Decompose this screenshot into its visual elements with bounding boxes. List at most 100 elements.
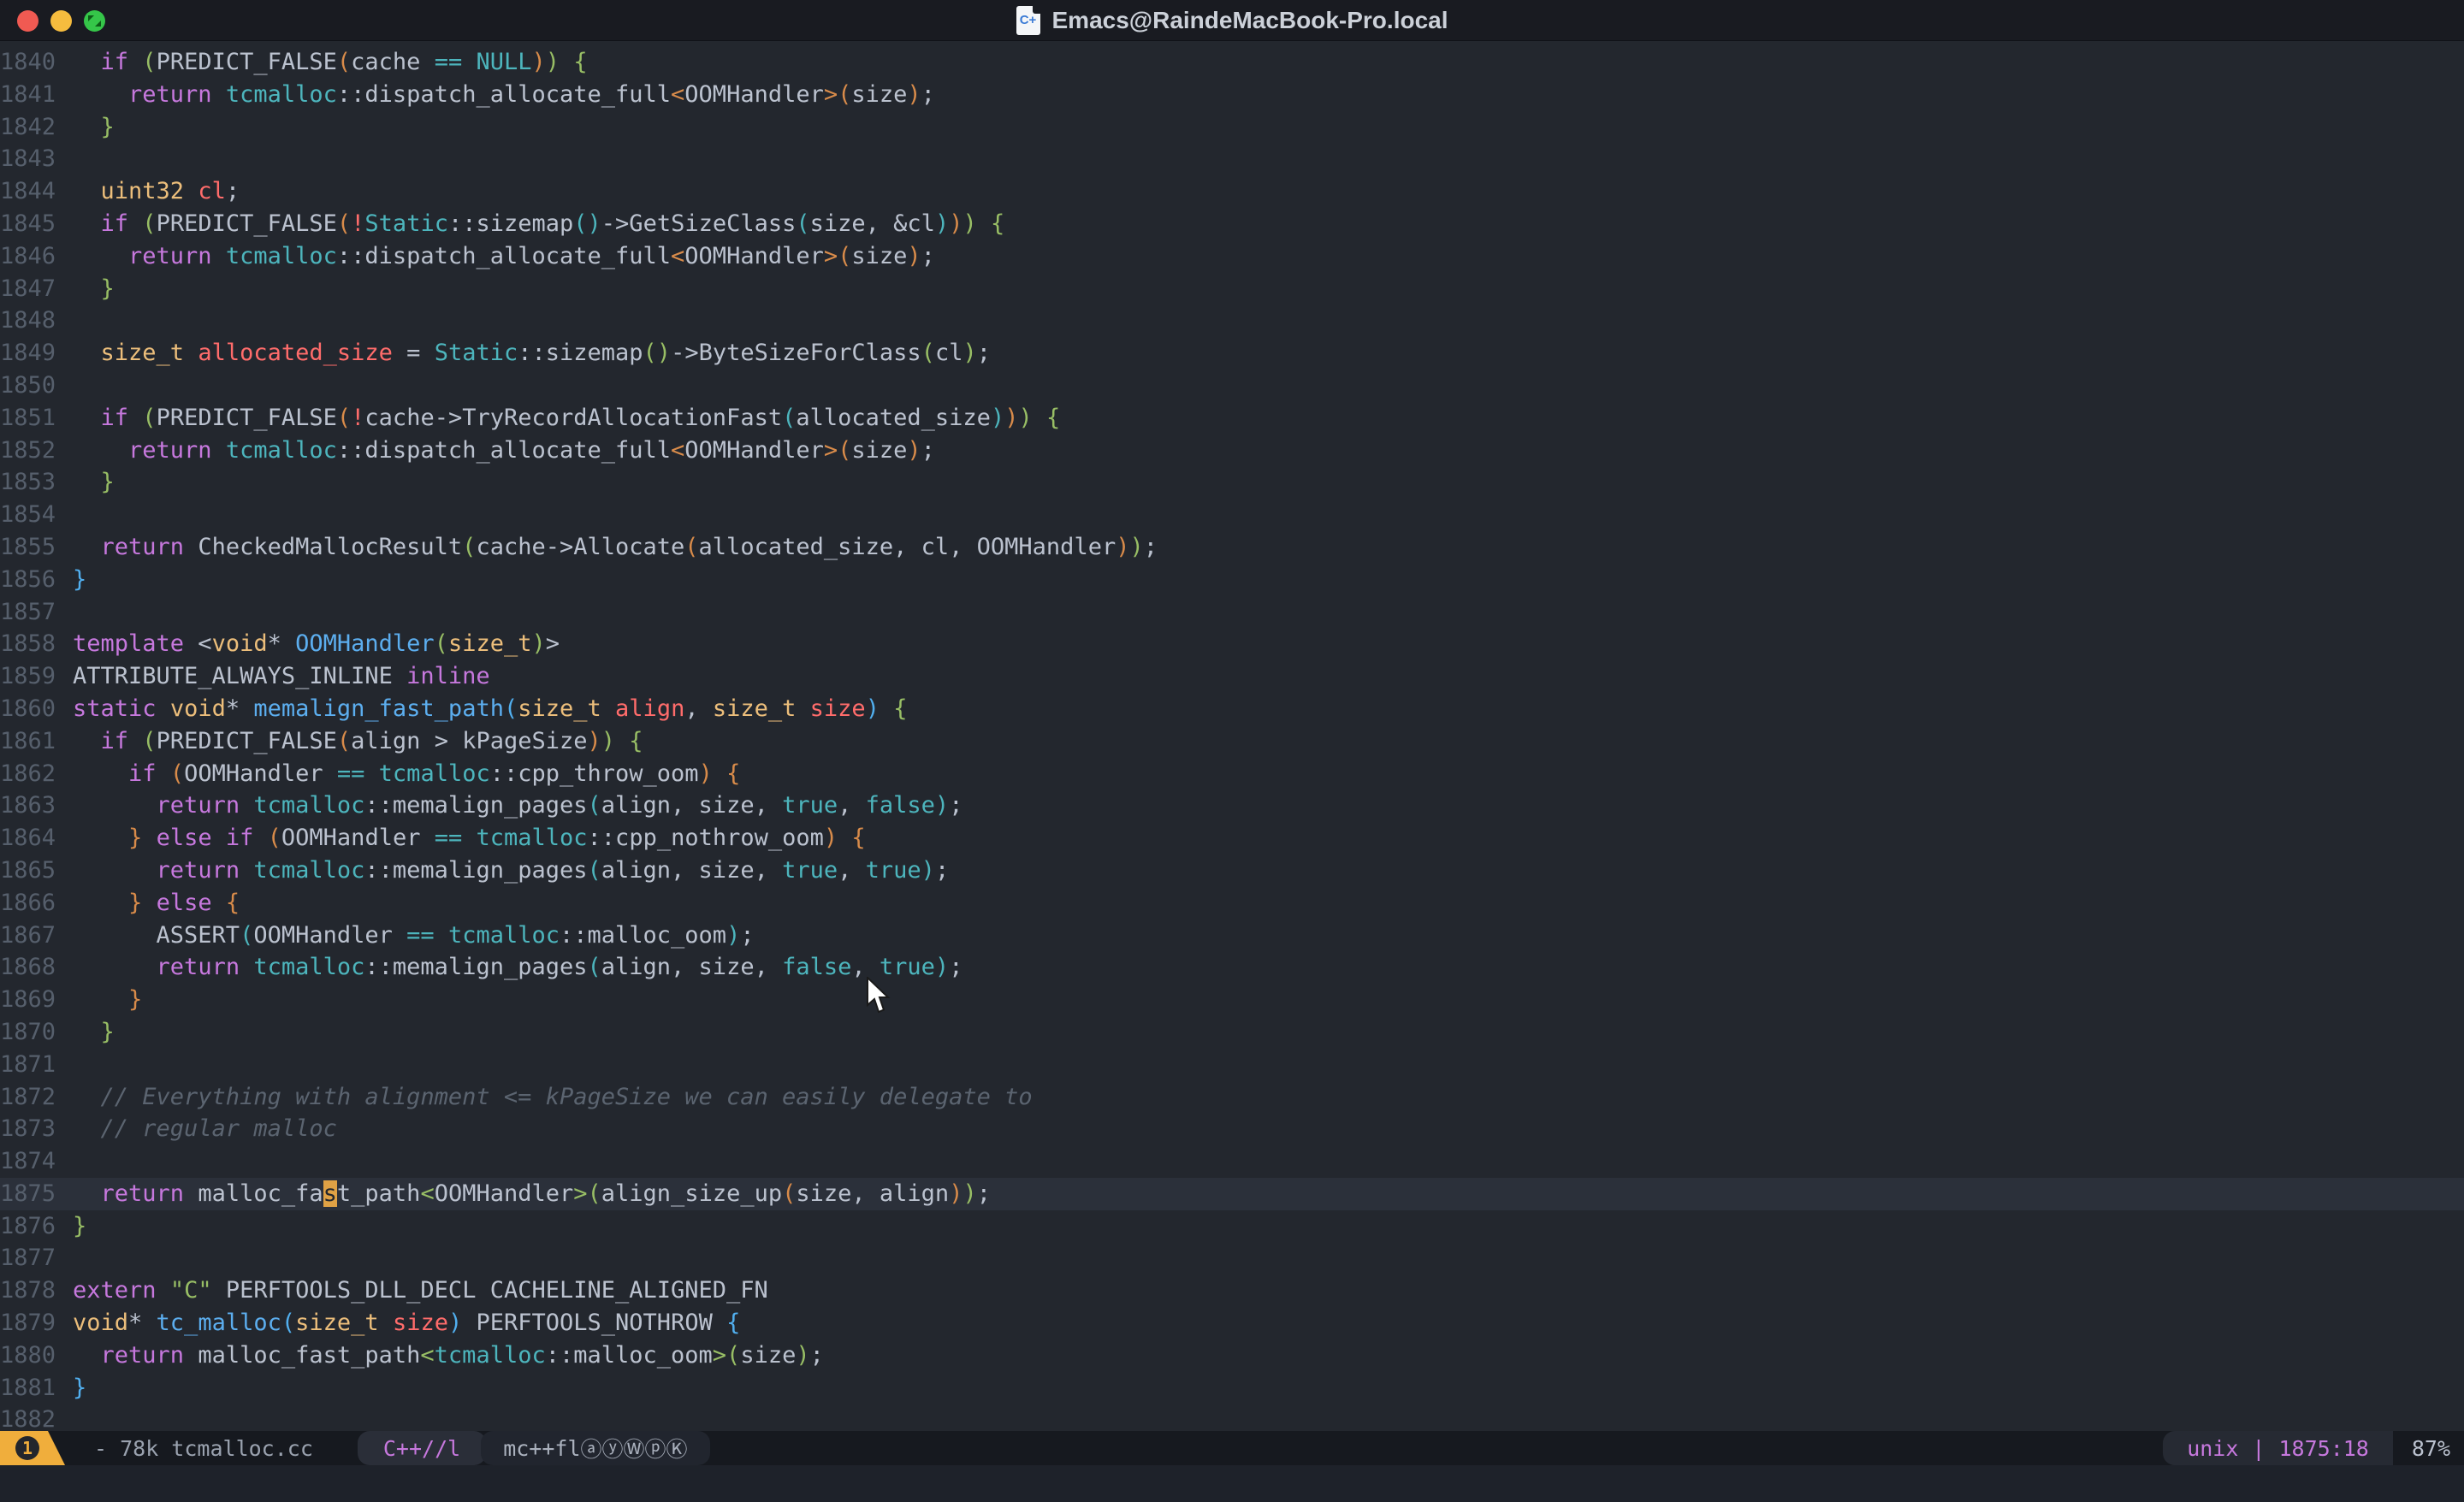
code-line[interactable]: 1874 (0, 1145, 2464, 1178)
code-line[interactable]: 1840 if (PREDICT_FALSE(cache == NULL)) { (0, 46, 2464, 79)
code-line[interactable]: 1852 return tcmalloc::dispatch_allocate_… (0, 435, 2464, 467)
line-number: 1851 (0, 402, 62, 435)
code-line[interactable]: 1866 } else { (0, 887, 2464, 920)
code-text: return CheckedMallocResult(cache->Alloca… (62, 534, 1158, 560)
code-line[interactable]: 1873 // regular malloc (0, 1113, 2464, 1145)
code-line[interactable]: 1872 // Everything with alignment <= kPa… (0, 1081, 2464, 1114)
code-line[interactable]: 1849 size_t allocated_size = Static::siz… (0, 337, 2464, 370)
code-line[interactable]: 1847 } (0, 273, 2464, 305)
code-line-current[interactable]: 1875 return malloc_fast_path<OOMHandler>… (0, 1178, 2464, 1210)
line-number: 1868 (0, 951, 62, 984)
position-chip: unix | 1875:18 (2163, 1431, 2393, 1465)
code-line[interactable]: 1848 (0, 305, 2464, 337)
code-line[interactable]: 1880 return malloc_fast_path<tcmalloc::m… (0, 1339, 2464, 1372)
code-line[interactable]: 1863 return tcmalloc::memalign_pages(ali… (0, 789, 2464, 822)
code-line[interactable]: 1842 } (0, 111, 2464, 144)
code-area[interactable]: 1840 if (PREDICT_FALSE(cache == NULL)) {… (0, 41, 2464, 1430)
cursor-position[interactable]: 1875:18 (2278, 1436, 2368, 1461)
code-line[interactable]: 1851 if (PREDICT_FALSE(!cache->TryRecord… (0, 402, 2464, 435)
code-line[interactable]: 1878extern "C" PERFTOOLS_DLL_DECL CACHEL… (0, 1274, 2464, 1307)
code-text: if (PREDICT_FALSE(!Static::sizemap()->Ge… (62, 210, 1004, 237)
major-mode-chip[interactable]: C++//l (358, 1431, 486, 1465)
workspace-badge[interactable]: 1 (0, 1431, 65, 1465)
code-line[interactable]: 1846 return tcmalloc::dispatch_allocate_… (0, 240, 2464, 273)
code-line[interactable]: 1843 (0, 143, 2464, 175)
code-text: return tcmalloc::memalign_pages(align, s… (62, 792, 962, 819)
code-text: } (62, 275, 115, 302)
code-line[interactable]: 1876} (0, 1210, 2464, 1243)
code-line[interactable]: 1857 (0, 596, 2464, 629)
close-button[interactable] (17, 10, 38, 32)
code-line[interactable]: 1865 return tcmalloc::memalign_pages(ali… (0, 854, 2464, 887)
code-text (62, 307, 73, 334)
text-cursor: s (323, 1180, 337, 1207)
line-number: 1874 (0, 1145, 62, 1178)
code-text: return tcmalloc::dispatch_allocate_full<… (62, 243, 935, 269)
code-line[interactable]: 1853 } (0, 466, 2464, 499)
code-line[interactable]: 1861 if (PREDICT_FALSE(align > kPageSize… (0, 725, 2464, 758)
code-text (62, 599, 73, 625)
code-line[interactable]: 1879void* tc_malloc(size_t size) PERFTOO… (0, 1307, 2464, 1339)
document-icon[interactable]: C+ (1016, 6, 1040, 35)
line-number: 1852 (0, 435, 62, 467)
code-line[interactable]: 1870 } (0, 1016, 2464, 1049)
minimize-button[interactable] (50, 10, 72, 32)
code-line[interactable]: 1850 (0, 370, 2464, 402)
code-text (62, 1051, 73, 1078)
code-text: } (62, 566, 86, 593)
code-text: } (62, 1213, 86, 1239)
window-title-group: C+ Emacs@RaindeMacBook-Pro.local (1016, 6, 1448, 35)
eol-type[interactable]: unix (2187, 1436, 2238, 1461)
code-line[interactable]: 1841 return tcmalloc::dispatch_allocate_… (0, 79, 2464, 111)
line-number: 1847 (0, 273, 62, 305)
code-line[interactable]: 1856} (0, 564, 2464, 596)
line-number: 1872 (0, 1081, 62, 1114)
code-line[interactable]: 1869 } (0, 984, 2464, 1016)
line-number: 1870 (0, 1016, 62, 1049)
code-line[interactable]: 1867 ASSERT(OOMHandler == tcmalloc::mall… (0, 920, 2464, 952)
line-number: 1841 (0, 79, 62, 111)
echo-area[interactable] (0, 1465, 2464, 1502)
code-text: template <void* OOMHandler(size_t)> (62, 630, 560, 657)
line-number: 1840 (0, 46, 62, 79)
line-number: 1879 (0, 1307, 62, 1339)
code-text: if (PREDICT_FALSE(cache == NULL)) { (62, 49, 588, 75)
code-text: return tcmalloc::memalign_pages(align, s… (62, 857, 949, 884)
line-number: 1849 (0, 337, 62, 370)
code-line[interactable]: 1881} (0, 1372, 2464, 1404)
line-number: 1869 (0, 984, 62, 1016)
code-line[interactable]: 1858template <void* OOMHandler(size_t)> (0, 628, 2464, 660)
code-line[interactable]: 1862 if (OOMHandler == tcmalloc::cpp_thr… (0, 758, 2464, 790)
code-line[interactable]: 1845 if (PREDICT_FALSE(!Static::sizemap(… (0, 208, 2464, 240)
code-line[interactable]: 1860static void* memalign_fast_path(size… (0, 693, 2464, 725)
minor-modes-label: mc++fl (503, 1436, 580, 1461)
modeline-separator: | (2238, 1436, 2278, 1461)
minor-modes-chip[interactable]: mc++flⓐⓨⓌⓟⓀ (481, 1431, 709, 1465)
line-number: 1881 (0, 1372, 62, 1404)
line-number: 1853 (0, 466, 62, 499)
code-line[interactable]: 1864 } else if (OOMHandler == tcmalloc::… (0, 822, 2464, 854)
code-text: } (62, 1375, 86, 1401)
line-number: 1863 (0, 789, 62, 822)
code-text: size_t allocated_size = Static::sizemap(… (62, 340, 991, 366)
code-text: ASSERT(OOMHandler == tcmalloc::malloc_oo… (62, 922, 755, 949)
line-number: 1867 (0, 920, 62, 952)
code-line[interactable]: 1868 return tcmalloc::memalign_pages(ali… (0, 951, 2464, 984)
code-line[interactable]: 1844 uint32 cl; (0, 175, 2464, 208)
line-number: 1862 (0, 758, 62, 790)
fullscreen-button[interactable] (84, 10, 105, 32)
code-line[interactable]: 1854 (0, 499, 2464, 531)
code-line[interactable]: 1882 (0, 1404, 2464, 1430)
code-line[interactable]: 1871 (0, 1049, 2464, 1081)
code-text: return tcmalloc::memalign_pages(align, s… (62, 954, 962, 980)
code-text: if (OOMHandler == tcmalloc::cpp_throw_oo… (62, 760, 740, 787)
code-line[interactable]: 1877 (0, 1242, 2464, 1274)
code-line[interactable]: 1859ATTRIBUTE_ALWAYS_INLINE inline (0, 660, 2464, 693)
code-line[interactable]: 1855 return CheckedMallocResult(cache->A… (0, 531, 2464, 564)
line-number: 1859 (0, 660, 62, 693)
code-text: return malloc_fast_path<tcmalloc::malloc… (62, 1342, 824, 1369)
line-number: 1855 (0, 531, 62, 564)
code-text: extern "C" PERFTOOLS_DLL_DECL CACHELINE_… (62, 1277, 768, 1304)
buffer-info[interactable]: - 78k tcmalloc.cc (94, 1436, 313, 1461)
line-number: 1842 (0, 111, 62, 144)
